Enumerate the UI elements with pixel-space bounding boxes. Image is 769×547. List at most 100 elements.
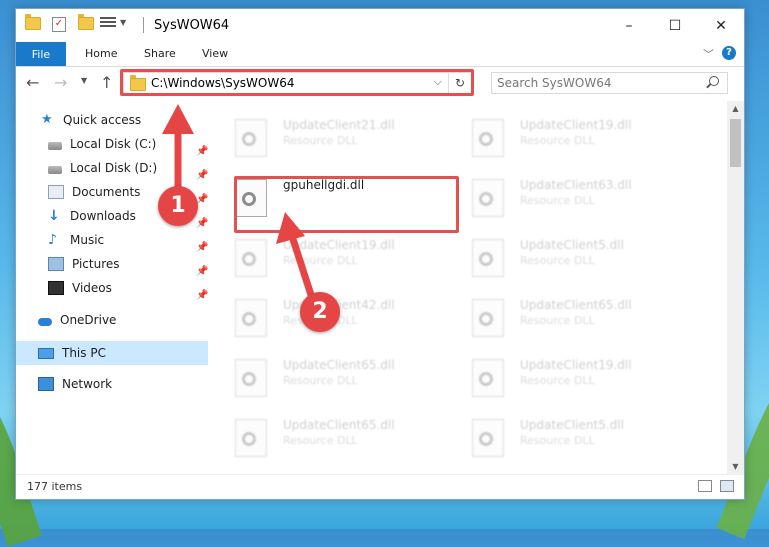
back-arrow-icon[interactable]: ← bbox=[26, 73, 39, 92]
sidebar-item-label: Quick access bbox=[63, 113, 142, 127]
file-item[interactable]: UpdateClient63.dll Resource DLL bbox=[450, 171, 680, 221]
expand-ribbon-icon[interactable]: ﹀ bbox=[703, 46, 714, 62]
drive-icon bbox=[48, 141, 62, 150]
file-item[interactable]: UpdateClient65.dll Resource DLL bbox=[213, 351, 443, 401]
dll-file-icon bbox=[472, 179, 504, 217]
sidebar-item-pictures[interactable]: Pictures bbox=[48, 253, 120, 275]
tab-share[interactable]: Share bbox=[144, 47, 176, 60]
file-item[interactable]: UpdateClient19.dll Resource DLL bbox=[450, 351, 680, 401]
properties-check-icon[interactable]: ✓ bbox=[52, 17, 66, 32]
vertical-scrollbar[interactable]: ▲ ▼ bbox=[727, 101, 744, 475]
tab-home[interactable]: Home bbox=[85, 47, 117, 60]
pc-icon bbox=[38, 347, 54, 359]
music-icon: ♪ bbox=[48, 232, 57, 248]
scroll-thumb[interactable] bbox=[730, 119, 741, 167]
folder-icon bbox=[25, 14, 41, 30]
dll-file-icon bbox=[472, 239, 504, 277]
sidebar-item-local-disk-d[interactable]: Local Disk (D:) bbox=[48, 157, 157, 179]
pin-icon[interactable]: 📌 bbox=[196, 170, 208, 181]
pin-icon[interactable]: 📌 bbox=[196, 290, 208, 301]
close-button[interactable]: ✕ bbox=[698, 9, 744, 42]
sidebar-item-label: Local Disk (C:) bbox=[70, 137, 157, 151]
file-item[interactable]: UpdateClient19.dll Resource DLL bbox=[213, 231, 443, 281]
forward-arrow-icon[interactable]: → bbox=[54, 73, 67, 92]
search-input[interactable]: Search SysWOW64 bbox=[491, 72, 728, 94]
pin-icon[interactable]: 📌 bbox=[196, 242, 208, 253]
new-folder-icon[interactable] bbox=[78, 14, 94, 30]
tab-view[interactable]: View bbox=[202, 47, 228, 60]
pictures-icon bbox=[48, 257, 64, 271]
search-placeholder: Search SysWOW64 bbox=[497, 76, 612, 90]
documents-icon bbox=[48, 185, 64, 199]
file-name: UpdateClient65.dll bbox=[520, 298, 632, 312]
sidebar-item-label: OneDrive bbox=[60, 313, 117, 327]
sidebar-item-onedrive[interactable]: OneDrive bbox=[38, 309, 116, 331]
file-item[interactable]: UpdateClient65.dll Resource DLL bbox=[450, 291, 680, 341]
file-name: UpdateClient65.dll bbox=[283, 358, 395, 372]
help-icon[interactable]: ? bbox=[722, 46, 736, 60]
tab-file[interactable]: File bbox=[16, 42, 66, 66]
sidebar-item-network[interactable]: Network bbox=[38, 373, 112, 395]
file-name: UpdateClient65.dll bbox=[283, 418, 395, 432]
file-explorer-window: ✓ ▼ SysWOW64 – ☐ ✕ File Home Share View … bbox=[16, 9, 744, 499]
dll-file-icon bbox=[235, 119, 267, 157]
file-item[interactable]: UpdateClient5.dll Resource DLL bbox=[450, 231, 680, 281]
recent-locations-icon[interactable]: ▼ bbox=[81, 76, 87, 85]
up-arrow-icon[interactable]: ↑ bbox=[100, 73, 113, 92]
file-type: Resource DLL bbox=[520, 134, 595, 147]
dll-file-icon bbox=[235, 419, 267, 457]
sidebar-item-music[interactable]: ♪ Music bbox=[48, 229, 104, 251]
videos-icon bbox=[48, 281, 64, 295]
dll-file-icon bbox=[235, 359, 267, 397]
sidebar-item-local-disk-c[interactable]: Local Disk (C:) bbox=[48, 133, 156, 155]
title-separator bbox=[143, 17, 144, 33]
file-item[interactable]: UpdateClient19.dll Resource DLL bbox=[450, 111, 680, 161]
step-2-badge: 2 bbox=[300, 292, 340, 332]
ribbon-tabs: File Home Share View ﹀ ? bbox=[16, 42, 744, 67]
file-item[interactable]: UpdateClient65.dll Resource DLL bbox=[213, 411, 443, 461]
file-list: UpdateClient21.dll Resource DLL UpdateCl… bbox=[213, 101, 725, 475]
sidebar-item-label: Videos bbox=[72, 281, 112, 295]
file-type: Resource DLL bbox=[283, 374, 358, 387]
file-name: UpdateClient19.dll bbox=[520, 118, 632, 132]
downloads-icon: ↓ bbox=[48, 208, 60, 224]
step-1-badge: 1 bbox=[158, 186, 198, 226]
sidebar-item-label: Music bbox=[70, 233, 105, 247]
scroll-up-icon[interactable]: ▲ bbox=[727, 101, 744, 117]
pin-icon[interactable]: 📌 bbox=[196, 266, 208, 277]
network-icon bbox=[38, 377, 54, 391]
file-name: UpdateClient63.dll bbox=[520, 178, 632, 192]
dll-file-icon bbox=[472, 299, 504, 337]
minimize-button[interactable]: – bbox=[606, 9, 652, 42]
file-highlight-box bbox=[234, 176, 459, 233]
navigation-pane: ★ Quick access Local Disk (C:) Local Disk… bbox=[16, 101, 212, 471]
sidebar-item-label: Local Disk (D:) bbox=[70, 161, 158, 175]
navigation-bar: ← → ▼ ↑ C:\Windows\SysWOW64 ⌵ ↻ Search S… bbox=[16, 67, 744, 99]
pin-icon[interactable]: 📌 bbox=[196, 146, 208, 157]
sidebar-item-documents[interactable]: Documents bbox=[48, 181, 140, 203]
sidebar-item-label: Network bbox=[62, 377, 113, 391]
file-type: Resource DLL bbox=[520, 374, 595, 387]
sidebar-item-this-pc[interactable]: This PC bbox=[38, 342, 106, 364]
large-icons-view-icon[interactable] bbox=[720, 480, 734, 492]
file-name: UpdateClient5.dll bbox=[520, 418, 624, 432]
file-item[interactable]: UpdateClient21.dll Resource DLL bbox=[213, 111, 443, 161]
properties-icon[interactable] bbox=[100, 17, 116, 30]
title-bar: ✓ ▼ SysWOW64 – ☐ ✕ bbox=[16, 9, 744, 42]
maximize-button[interactable]: ☐ bbox=[652, 9, 698, 42]
sidebar-item-downloads[interactable]: ↓ Downloads bbox=[48, 205, 136, 227]
pin-icon[interactable]: 📌 bbox=[196, 218, 208, 229]
status-bar: 177 items bbox=[16, 474, 744, 499]
window-title: SysWOW64 bbox=[154, 18, 230, 33]
quick-access-dropdown-icon[interactable]: ▼ bbox=[120, 18, 126, 27]
scroll-down-icon[interactable]: ▼ bbox=[727, 459, 744, 475]
file-item[interactable]: UpdateClient5.dll Resource DLL bbox=[450, 411, 680, 461]
details-view-icon[interactable] bbox=[698, 480, 712, 492]
sidebar-item-label: Downloads bbox=[70, 209, 136, 223]
onedrive-icon bbox=[38, 317, 52, 326]
sidebar-item-videos[interactable]: Videos bbox=[48, 277, 112, 299]
sidebar-item-label: Pictures bbox=[72, 257, 120, 271]
file-name: UpdateClient19.dll bbox=[520, 358, 632, 372]
item-count: 177 items bbox=[27, 480, 83, 493]
sidebar-item-quick-access[interactable]: ★ Quick access bbox=[41, 109, 141, 131]
